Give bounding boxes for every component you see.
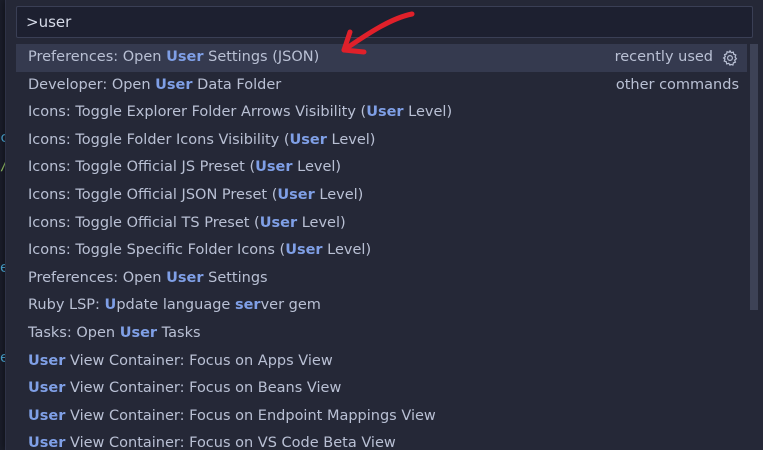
label-text: Preferences: Open	[28, 269, 167, 286]
label-text: Icons: Toggle Official JS Preset (	[28, 159, 256, 176]
command-item[interactable]: User View Container: Focus on VS Code Be…	[16, 430, 747, 450]
command-item-label: User View Container: Focus on Endpoint M…	[28, 408, 436, 424]
match-highlight: User	[166, 49, 204, 65]
gear-icon[interactable]	[721, 49, 739, 67]
label-text: Icons: Toggle Folder Icons Visibility (	[28, 131, 290, 148]
command-item[interactable]: Icons: Toggle Official TS Preset (User L…	[16, 210, 747, 238]
command-item-label: Icons: Toggle Explorer Folder Arrows Vis…	[28, 104, 452, 120]
command-item-label: User View Container: Focus on VS Code Be…	[28, 435, 396, 450]
label-text: Level)	[326, 131, 376, 148]
command-list: Preferences: Open User Settings (JSON) re…	[16, 44, 747, 450]
match-highlight: User	[155, 76, 193, 93]
label-text: Level)	[292, 159, 342, 176]
command-item-label: Icons: Toggle Official JSON Preset (User…	[28, 187, 363, 203]
label-text: Ruby LSP:	[28, 297, 105, 314]
label-text: Level)	[322, 242, 372, 259]
label-text: Icons: Toggle Official JSON Preset (	[28, 186, 278, 203]
match-highlight: User	[119, 324, 158, 341]
command-item[interactable]: Preferences: Open User Settings	[16, 265, 747, 293]
label-text: View Container: Focus on Endpoint Mappin…	[65, 407, 436, 424]
command-item-label: User View Container: Focus on Beans View	[28, 380, 341, 396]
command-item[interactable]: Icons: Toggle Official JSON Preset (User…	[16, 182, 747, 210]
label-text: View Container: Focus on Beans View	[65, 380, 342, 397]
command-item-label: Tasks: Open User Tasks	[28, 325, 201, 341]
label-text: Tasks	[157, 324, 201, 341]
command-item-label: Developer: Open User Data Folder	[28, 77, 281, 93]
label-text: Level)	[403, 104, 453, 121]
command-item[interactable]: Icons: Toggle Specific Folder Icons (Use…	[16, 237, 747, 265]
command-item[interactable]: Tasks: Open User Tasks	[16, 320, 747, 348]
label-text: Level)	[314, 186, 364, 203]
command-item-label: Icons: Toggle Folder Icons Visibility (U…	[28, 132, 375, 148]
command-item[interactable]: Icons: Toggle Folder Icons Visibility (U…	[16, 127, 747, 155]
command-item[interactable]: User View Container: Focus on Endpoint M…	[16, 403, 747, 431]
match-highlight: User	[285, 242, 323, 259]
label-text: Settings	[203, 269, 268, 286]
match-highlight: User	[277, 186, 315, 203]
command-palette: Preferences: Open User Settings (JSON) re…	[5, 0, 763, 450]
match-highlight: User	[366, 104, 404, 121]
label-text: View Container: Focus on Apps View	[65, 352, 333, 369]
label-text: Tasks: Open	[28, 324, 120, 341]
command-item-label: Icons: Toggle Specific Folder Icons (Use…	[28, 242, 371, 258]
command-item-label: Preferences: Open User Settings (JSON)	[28, 49, 319, 65]
command-item-label: Icons: Toggle Official JS Preset (User L…	[28, 159, 341, 175]
match-highlight: User	[28, 407, 66, 424]
match-highlight: User	[166, 269, 204, 286]
command-group-label: recently used	[615, 44, 739, 72]
command-item-label: Icons: Toggle Official TS Preset (User L…	[28, 215, 346, 231]
label-text: View Container: Focus on VS Code Beta Vi…	[65, 435, 396, 450]
command-item-label: Ruby LSP: Update language server gem	[28, 297, 321, 313]
command-item[interactable]: User View Container: Focus on Apps View	[16, 348, 747, 376]
label-text: pdate language	[116, 297, 235, 314]
label-text: ver gem	[260, 297, 321, 314]
command-item[interactable]: Developer: Open User Data Folder other co…	[16, 72, 747, 100]
match-highlight: User	[28, 380, 66, 397]
match-highlight: User	[255, 159, 293, 176]
group-label-text: other commands	[615, 76, 739, 93]
match-highlight: User	[259, 214, 298, 231]
match-highlight: U	[104, 297, 117, 314]
command-item-label: User View Container: Focus on Apps View	[28, 353, 333, 369]
command-item[interactable]: Icons: Toggle Explorer Folder Arrows Vis…	[16, 99, 747, 127]
match-highlight: User	[28, 435, 66, 450]
label-text: Settings (JSON)	[203, 49, 320, 65]
command-item[interactable]: User View Container: Focus on Beans View	[16, 375, 747, 403]
scrollbar-thumb[interactable]	[750, 44, 758, 310]
match-highlight: User	[289, 131, 327, 148]
command-group-label: other commands	[616, 72, 739, 100]
match-highlight: ser	[234, 297, 261, 314]
label-text: Icons: Toggle Explorer Folder Arrows Vis…	[28, 104, 367, 121]
command-item[interactable]: Icons: Toggle Official JS Preset (User L…	[16, 154, 747, 182]
label-text: Preferences: Open	[28, 49, 167, 65]
label-text: Developer: Open	[28, 76, 156, 93]
group-label-text: recently used	[614, 49, 713, 65]
label-text: Data Folder	[192, 76, 282, 93]
match-highlight: User	[28, 352, 66, 369]
command-item-label: Preferences: Open User Settings	[28, 270, 268, 286]
command-item[interactable]: Ruby LSP: Update language server gem	[16, 292, 747, 320]
label-text: Level)	[297, 214, 346, 231]
label-text: Icons: Toggle Specific Folder Icons (	[28, 242, 286, 259]
label-text: Icons: Toggle Official TS Preset (	[28, 214, 260, 231]
red-arrow-annotation	[341, 11, 415, 55]
